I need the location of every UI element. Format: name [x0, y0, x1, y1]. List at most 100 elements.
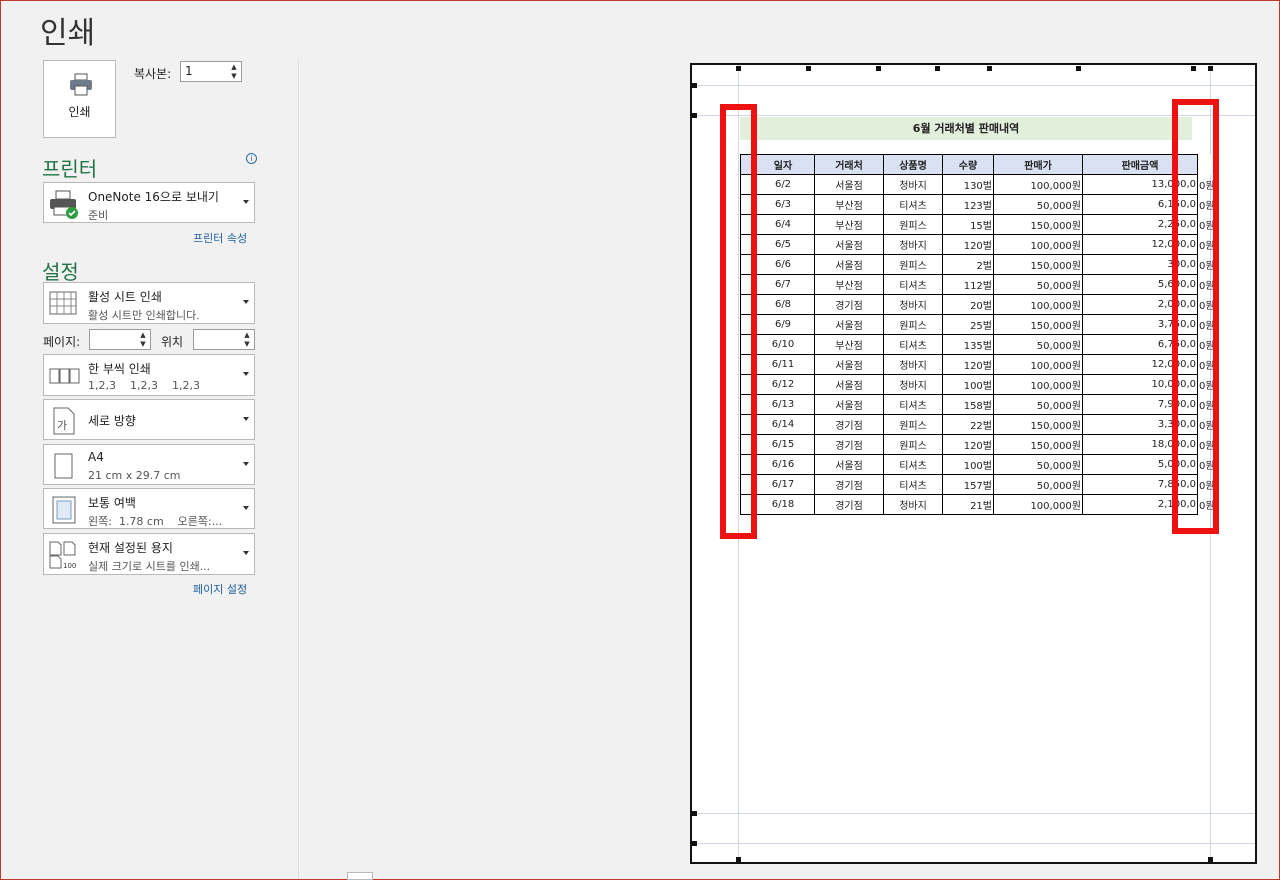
table-cell: 6/18: [751, 494, 815, 515]
margin-handle[interactable]: [692, 83, 697, 88]
page-setup-link[interactable]: 페이지 설정: [193, 581, 247, 597]
pages-from-input[interactable]: ▲ ▼: [89, 329, 151, 350]
table-cell: 티셔츠: [883, 334, 943, 355]
table-cell: 100,000원: [993, 494, 1083, 515]
table-cell: 150,000원: [993, 414, 1083, 435]
paper-size-select[interactable]: A4 21 cm x 29.7 cm: [43, 444, 255, 485]
table-cell: 100,000원: [993, 174, 1083, 195]
table-cell: 6/13: [751, 394, 815, 415]
printer-properties-link[interactable]: 프린터 속성: [193, 230, 247, 246]
column-header: 일자: [751, 154, 815, 175]
table-cell: 청바지: [883, 234, 943, 255]
table-cell: 100,000원: [993, 354, 1083, 375]
margin-handle[interactable]: [692, 811, 697, 816]
column-header: 상품명: [883, 154, 943, 175]
table-cell: 100벌: [942, 374, 994, 395]
table-cell: 120벌: [942, 434, 994, 455]
spin-down-icon[interactable]: ▼: [138, 340, 148, 349]
margins-select[interactable]: 보통 여백 왼쪽: 1.78 cm 오른쪽:...: [43, 488, 255, 529]
header-margin-guide[interactable]: [692, 85, 1255, 86]
table-cell: 티셔츠: [883, 394, 943, 415]
print-button[interactable]: 인쇄: [43, 60, 116, 138]
chevron-down-icon: [243, 372, 249, 376]
print-scope-select[interactable]: 활성 시트 인쇄 활성 시트만 인쇄합니다.: [43, 282, 255, 324]
orientation-select[interactable]: 가 세로 방향: [43, 399, 255, 440]
table-row: 6/10 부산점 티셔츠 135벌 50,000원 6,750,0 0원: [740, 334, 1216, 355]
table-cell: 원피스: [883, 414, 943, 435]
table-cell: 부산점: [814, 334, 884, 355]
table-row: 6/18 경기점 청바지 21벌 100,000원 2,100,0 0원: [740, 494, 1216, 515]
table-cell: 티셔츠: [883, 474, 943, 495]
table-cell: 50,000원: [993, 334, 1083, 355]
table-cell: 6/14: [751, 414, 815, 435]
margin-handle[interactable]: [736, 66, 741, 71]
spin-up-icon[interactable]: ▲: [229, 63, 239, 72]
spin-down-icon[interactable]: ▼: [242, 340, 252, 349]
bottom-margin-guide[interactable]: [692, 813, 1255, 814]
right-highlight-box: [1172, 99, 1219, 534]
table-cell: 22벌: [942, 414, 994, 435]
table-cell: 120벌: [942, 234, 994, 255]
paper-icon: [54, 453, 73, 479]
printer-heading: 프린터: [42, 157, 98, 181]
margin-handle[interactable]: [692, 113, 697, 118]
table-cell: 원피스: [883, 314, 943, 335]
sales-table: 일자 거래처 상품명 수량 판매가 판매금액 6/2 서울점 청바지 130벌 100,…: [740, 154, 1216, 515]
spin-up-icon[interactable]: ▲: [138, 331, 148, 340]
copies-value: 1: [185, 64, 193, 78]
table-row: 6/13 서울점 티셔츠 158벌 50,000원 7,900,0 0원: [740, 394, 1216, 415]
margin-handle[interactable]: [876, 66, 881, 71]
table-row: 6/5 서울점 청바지 120벌 100,000원 12,000,0 0원: [740, 234, 1216, 255]
table-header-row: 일자 거래처 상품명 수량 판매가 판매금액: [740, 154, 1216, 175]
table-cell: 서울점: [814, 374, 884, 395]
table-cell: 원피스: [883, 434, 943, 455]
margin-handle[interactable]: [1208, 857, 1213, 862]
paper-size-title: A4: [88, 450, 104, 464]
scaling-select[interactable]: 100 현재 설정된 용지 실제 크기로 시트를 인쇄...: [43, 533, 255, 575]
table-row: 6/4 부산점 원피스 15벌 150,000원 2,250,0 0원: [740, 214, 1216, 235]
chevron-down-icon: [243, 505, 249, 510]
scaling-icon: 100: [49, 541, 76, 570]
table-cell: 150,000원: [993, 314, 1083, 335]
margin-handle[interactable]: [1191, 66, 1196, 71]
table-cell: 100벌: [942, 454, 994, 475]
margin-handle[interactable]: [935, 66, 940, 71]
chevron-down-icon: [243, 461, 249, 466]
chevron-down-icon: [243, 416, 249, 421]
copies-stepper[interactable]: 1 ▲ ▼: [180, 61, 242, 82]
table-cell: 135벌: [942, 334, 994, 355]
table-cell: 50,000원: [993, 194, 1083, 215]
table-cell: 서울점: [814, 234, 884, 255]
margin-handle[interactable]: [692, 841, 697, 846]
table-cell: 150,000원: [993, 434, 1083, 455]
margin-handle[interactable]: [1076, 66, 1081, 71]
printer-name: OneNote 16으로 보내기: [88, 190, 219, 204]
table-cell: 청바지: [883, 494, 943, 515]
table-row: 6/3 부산점 티셔츠 123벌 50,000원 6,150,0 0원: [740, 194, 1216, 215]
top-margin-guide[interactable]: [692, 115, 1255, 116]
collate-select[interactable]: 한 부씩 인쇄 1,2,3 1,2,3 1,2,3: [43, 354, 255, 396]
scaling-sub: 실제 크기로 시트를 인쇄...: [88, 560, 211, 573]
table-cell: 50,000원: [993, 454, 1083, 475]
margin-handle[interactable]: [1208, 66, 1213, 71]
page-navigation-button[interactable]: [347, 872, 373, 880]
pages-to-input[interactable]: ▲ ▼: [193, 329, 255, 350]
table-cell: 경기점: [814, 434, 884, 455]
table-cell: 150,000원: [993, 254, 1083, 275]
printer-select[interactable]: OneNote 16으로 보내기 준비: [43, 182, 255, 223]
margin-handle[interactable]: [987, 66, 992, 71]
table-cell: 티셔츠: [883, 454, 943, 475]
table-cell: 6/7: [751, 274, 815, 295]
sheet-grid-icon: [49, 291, 77, 315]
footer-margin-guide[interactable]: [692, 843, 1255, 844]
margin-handle[interactable]: [736, 857, 741, 862]
margin-handle[interactable]: [806, 66, 811, 71]
table-cell: 경기점: [814, 474, 884, 495]
table-row: 6/8 경기점 청바지 20벌 100,000원 2,000,0 0원: [740, 294, 1216, 315]
settings-heading: 설정: [42, 260, 79, 284]
column-header: 판매가: [993, 154, 1083, 175]
info-icon[interactable]: i: [246, 153, 257, 164]
spin-up-icon[interactable]: ▲: [242, 331, 252, 340]
spin-down-icon[interactable]: ▼: [229, 72, 239, 81]
table-cell: 6/10: [751, 334, 815, 355]
